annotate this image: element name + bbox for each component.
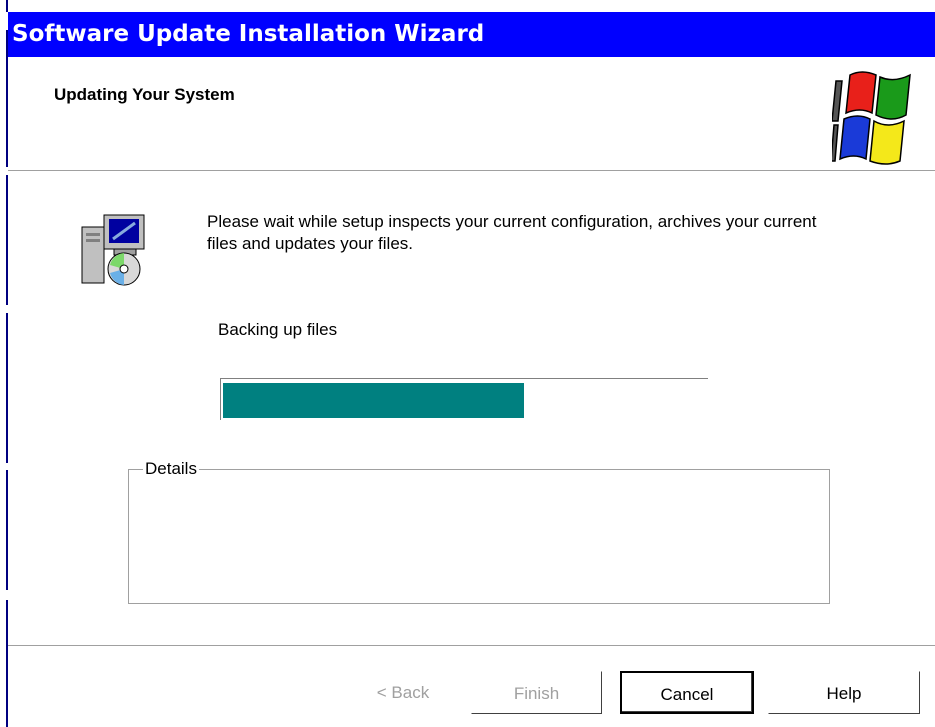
help-button[interactable]: Help	[768, 671, 920, 714]
progress-fill	[223, 383, 524, 418]
header-divider	[8, 170, 935, 172]
setup-computer-cd-icon	[81, 214, 145, 286]
wizard-header: Updating Your System	[8, 57, 935, 171]
page-title: Updating Your System	[54, 85, 235, 104]
cancel-button-label: Cancel	[660, 685, 714, 704]
window-title: Software Update Installation Wizard	[12, 21, 485, 47]
window-left-border	[0, 0, 8, 727]
back-button[interactable]: < Back	[342, 671, 464, 714]
title-bar[interactable]: Software Update Installation Wizard	[8, 12, 935, 57]
progress-bar	[220, 378, 708, 420]
cancel-button[interactable]: Cancel	[620, 671, 754, 714]
wizard-window: Software Update Installation Wizard Upda…	[8, 0, 935, 727]
details-label: Details	[143, 459, 199, 479]
progress-stage-label: Backing up files	[218, 320, 338, 339]
details-groupbox: Details	[128, 459, 830, 604]
intro-text: Please wait while setup inspects your cu…	[207, 212, 817, 253]
footer-divider	[8, 645, 935, 647]
windows-flag-icon	[832, 71, 911, 165]
finish-button[interactable]: Finish	[471, 671, 602, 714]
